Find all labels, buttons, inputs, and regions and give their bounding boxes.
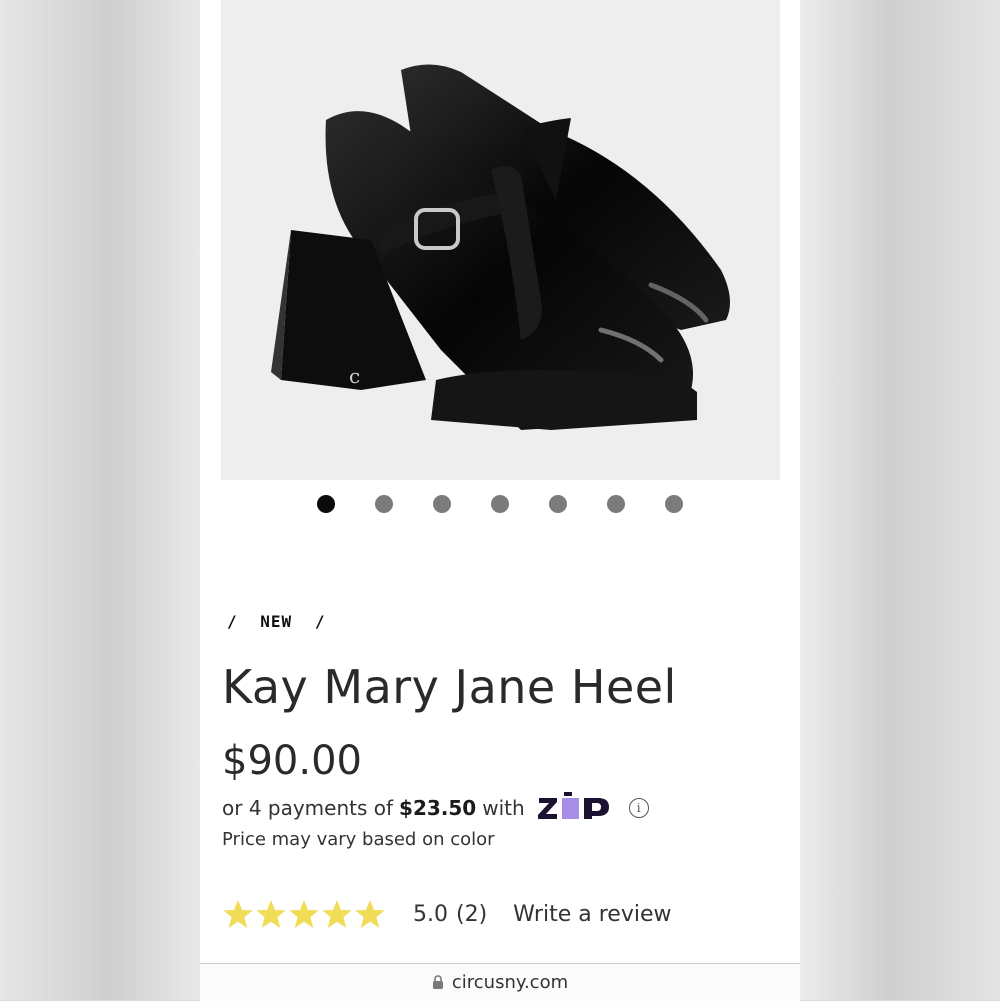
- breadcrumb-separator: /: [314, 612, 326, 631]
- gallery-dot-2[interactable]: [375, 495, 393, 513]
- gallery-dot-1[interactable]: [317, 495, 335, 513]
- rating-value: 5.0: [413, 901, 448, 927]
- star-icon: [322, 900, 352, 928]
- breadcrumb-separator: /: [227, 612, 238, 631]
- gallery-dot-3[interactable]: [433, 495, 451, 513]
- installment-amount: $23.50: [399, 796, 477, 820]
- breadcrumb-current[interactable]: NEW: [260, 612, 292, 631]
- breadcrumb: / NEW /: [227, 612, 337, 631]
- gallery-dot-4[interactable]: [491, 495, 509, 513]
- installment-suffix: with: [482, 796, 525, 820]
- rating-stars[interactable]: [222, 898, 387, 930]
- star-icon: [223, 900, 253, 928]
- product-price: $90.00: [222, 738, 362, 784]
- url-text: circusny.com: [451, 972, 569, 993]
- star-icon: [289, 900, 319, 928]
- installment-prefix: or 4 payments of: [222, 796, 394, 820]
- browser-address-bar[interactable]: circusny.com: [200, 963, 800, 1001]
- svg-text:c: c: [349, 364, 360, 388]
- star-icon: [355, 900, 385, 928]
- gallery-dot-5[interactable]: [549, 495, 567, 513]
- background-left: [0, 0, 200, 1000]
- installment-info: or 4 payments of $23.50 with i: [222, 792, 649, 824]
- star-icon: [256, 900, 286, 928]
- shoe-illustration: c: [221, 0, 780, 480]
- background-right: [800, 0, 1000, 1000]
- price-note: Price may vary based on color: [222, 829, 495, 850]
- rating-summary: 5.0 (2) Write a review: [222, 898, 671, 930]
- review-count[interactable]: (2): [456, 902, 487, 927]
- lock-icon: [432, 975, 443, 989]
- write-review-link[interactable]: Write a review: [513, 902, 671, 927]
- zip-logo[interactable]: [537, 792, 619, 824]
- gallery-dot-7[interactable]: [665, 495, 683, 513]
- product-image[interactable]: c: [221, 0, 780, 480]
- product-title: Kay Mary Jane Heel: [222, 660, 677, 714]
- product-page: c / NEW / Kay Mary Jane Heel $90.00 or 4…: [200, 0, 800, 1001]
- gallery-pagination: [200, 495, 800, 515]
- info-icon[interactable]: i: [628, 798, 649, 818]
- gallery-dot-6[interactable]: [607, 495, 625, 513]
